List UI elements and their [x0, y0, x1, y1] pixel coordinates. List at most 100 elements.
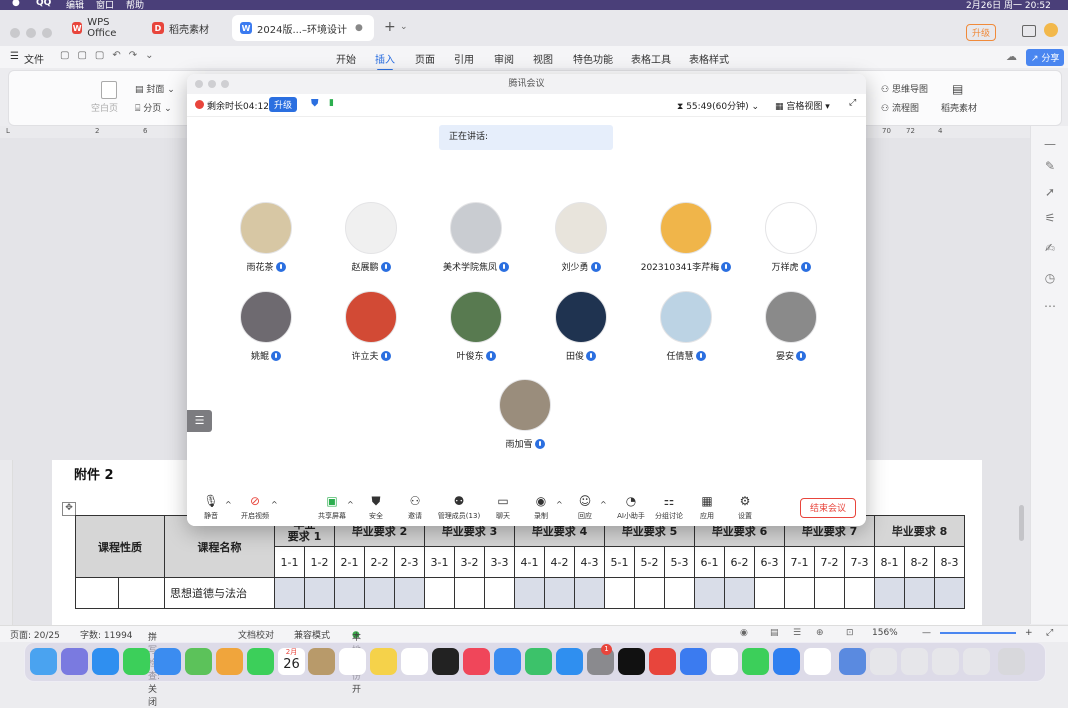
- avatar[interactable]: [1044, 23, 1058, 37]
- sub-header[interactable]: 5-2: [634, 546, 665, 578]
- avatar[interactable]: [660, 291, 712, 343]
- mindmap-button[interactable]: ⚇ 思维导图: [881, 82, 928, 95]
- web-view-icon[interactable]: ⊕: [816, 628, 824, 638]
- participant-tile[interactable]: 美术学院焦凤: [421, 202, 531, 273]
- layout-icon[interactable]: [1022, 25, 1036, 37]
- chat-button[interactable]: ▭ 聊天: [483, 494, 523, 521]
- meeting-upgrade-button[interactable]: 升级: [269, 97, 298, 112]
- settings-button[interactable]: ⚙ 设置: [725, 494, 765, 521]
- sub-header[interactable]: 3-3: [484, 546, 515, 578]
- breakout-button[interactable]: ⚏ 分组讨论: [649, 494, 689, 521]
- table-cell[interactable]: [484, 577, 515, 609]
- sub-header[interactable]: 7-2: [814, 546, 845, 578]
- menu-icon[interactable]: ☰: [10, 51, 19, 62]
- sub-header[interactable]: 3-1: [424, 546, 455, 578]
- doc-thumb-icon[interactable]: [963, 648, 990, 675]
- minimize-window-button[interactable]: [208, 80, 216, 88]
- preview-icon[interactable]: [839, 648, 866, 675]
- finder-icon[interactable]: [30, 648, 57, 675]
- sub-header[interactable]: 6-1: [694, 546, 725, 578]
- table-cell[interactable]: [118, 577, 165, 609]
- daoke-material-button[interactable]: 稻壳素材: [941, 101, 977, 114]
- close-window-button[interactable]: [10, 28, 20, 38]
- notes-icon[interactable]: [370, 648, 397, 675]
- table-cell[interactable]: [304, 577, 335, 609]
- eye-icon[interactable]: ◉: [740, 628, 748, 638]
- avatar[interactable]: [345, 291, 397, 343]
- table-move-handle-icon[interactable]: ✥: [62, 502, 76, 516]
- shield-icon[interactable]: ⛊: [311, 98, 319, 109]
- chevron-up-icon[interactable]: ^: [600, 500, 607, 509]
- participant-tile[interactable]: 叶俊东: [421, 291, 531, 362]
- table-cell[interactable]: [874, 577, 905, 609]
- fit-icon[interactable]: ⊡: [846, 628, 854, 638]
- sub-header[interactable]: 8-2: [904, 546, 935, 578]
- sub-header[interactable]: 5-1: [604, 546, 635, 578]
- chevron-up-icon[interactable]: ^: [271, 500, 278, 509]
- page-indicator[interactable]: 页面: 20/25: [10, 628, 60, 641]
- doc-proofread[interactable]: 文档校对: [238, 628, 274, 641]
- tab-stop-icon[interactable]: L: [6, 127, 10, 135]
- table-cell[interactable]: [454, 577, 485, 609]
- mail-icon[interactable]: [154, 648, 181, 675]
- tab-table-tools[interactable]: 表格工具: [631, 51, 671, 66]
- table-cell[interactable]: [544, 577, 575, 609]
- zoom-out-button[interactable]: —: [922, 628, 931, 638]
- wps-icon[interactable]: [804, 648, 831, 675]
- course-name-cell[interactable]: 思想道德与法治: [164, 577, 275, 609]
- sub-header[interactable]: 7-3: [844, 546, 875, 578]
- collapse-icon[interactable]: —: [1042, 136, 1058, 152]
- sub-header[interactable]: 1-2: [304, 546, 335, 578]
- participant-tile[interactable]: 雨加雪: [470, 379, 580, 450]
- duration-dropdown[interactable]: ⧗ 55:49(60分钟) ⌄: [677, 99, 759, 112]
- zoom-in-button[interactable]: +: [1025, 628, 1033, 638]
- table-cell[interactable]: [364, 577, 395, 609]
- tab-special[interactable]: 特色功能: [573, 51, 613, 66]
- table-cell[interactable]: [424, 577, 455, 609]
- avatar[interactable]: [345, 202, 397, 254]
- sub-header[interactable]: 4-3: [574, 546, 605, 578]
- facetime-icon[interactable]: [247, 648, 274, 675]
- menu-help[interactable]: 帮助: [126, 0, 144, 10]
- tab-reference[interactable]: 引用: [454, 51, 474, 66]
- signal-icon[interactable]: ▮: [329, 98, 334, 108]
- end-meeting-button[interactable]: 结束会议: [800, 498, 856, 518]
- share-screen-button[interactable]: ▣ 共享屏幕: [312, 494, 352, 521]
- numbers-icon[interactable]: [525, 648, 552, 675]
- menu-edit[interactable]: 编辑: [66, 0, 84, 10]
- table-cell[interactable]: [574, 577, 605, 609]
- avatar[interactable]: [555, 291, 607, 343]
- table-cell[interactable]: [694, 577, 725, 609]
- sub-header[interactable]: 6-2: [724, 546, 755, 578]
- tab-daoke[interactable]: D 稻壳素材: [144, 15, 230, 41]
- appstore-icon[interactable]: [556, 648, 583, 675]
- blank-page-button[interactable]: 空白页: [91, 101, 118, 114]
- avatar[interactable]: [450, 202, 502, 254]
- table-cell[interactable]: [274, 577, 305, 609]
- participant-tile[interactable]: 刘少勇: [526, 202, 636, 273]
- participant-tile[interactable]: 万祥虎: [736, 202, 846, 273]
- cloud-icon[interactable]: ☁: [1006, 50, 1017, 63]
- avatar[interactable]: [450, 291, 502, 343]
- sliders-icon[interactable]: ⚟: [1042, 210, 1058, 226]
- tencent-meeting-icon[interactable]: [773, 648, 800, 675]
- doc-thumb-icon[interactable]: [870, 648, 897, 675]
- quick-access-icons[interactable]: ▢▢▢↶↷⌄: [60, 50, 161, 61]
- zoom-level[interactable]: 156%: [872, 628, 898, 638]
- spell-check[interactable]: 拼写检查: 关闭 ⌄: [148, 628, 160, 708]
- sub-header[interactable]: 1-1: [274, 546, 305, 578]
- invite-button[interactable]: ⚇ 邀请: [395, 494, 435, 521]
- sub-header[interactable]: 2-2: [364, 546, 395, 578]
- participant-tile[interactable]: 赵展鹏: [316, 202, 426, 273]
- sub-header[interactable]: 4-1: [514, 546, 545, 578]
- sub-header[interactable]: 3-2: [454, 546, 485, 578]
- react-button[interactable]: ☺ 回应: [565, 494, 605, 521]
- avatar[interactable]: [660, 202, 712, 254]
- ai-assistant-button[interactable]: ◔ AI小助手: [611, 494, 651, 521]
- avatar[interactable]: [240, 202, 292, 254]
- qq-icon[interactable]: [711, 648, 738, 675]
- avatar[interactable]: [765, 291, 817, 343]
- table-cell[interactable]: [784, 577, 815, 609]
- share-button[interactable]: ↗ 分享: [1026, 49, 1065, 66]
- tab-insert[interactable]: 插入: [375, 51, 395, 71]
